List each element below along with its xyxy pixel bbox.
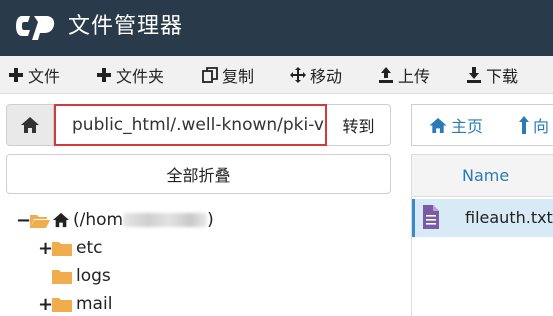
copy-icon [202,67,218,83]
app-title: 文件管理器 [68,14,184,39]
move-arrows-icon [290,67,306,83]
home-icon [429,117,447,133]
folder-icon [52,297,72,312]
tree-root-item[interactable]: − (/hom ) [16,206,214,234]
collapse-all-button[interactable]: 全部折叠 [6,154,391,194]
cpanel-logo-icon[interactable] [16,12,56,40]
move-button[interactable]: 移动 [290,56,342,94]
download-icon [467,67,481,83]
file-name: fileauth.txt [465,208,553,227]
expand-toggle-icon[interactable]: + [38,238,53,259]
tree-item-label: mail [76,294,113,314]
up-one-level-button[interactable]: 向 [518,105,549,145]
table-row[interactable]: fileauth.txt [412,199,553,237]
tree-root-label-suffix: ) [207,210,214,230]
tree-root-label-prefix: (/hom [73,210,124,230]
folder-icon [52,269,72,284]
go-button[interactable]: 转到 [327,104,391,146]
copy-button[interactable]: 复制 [202,56,254,94]
new-file-button[interactable]: 文件 [8,56,60,94]
expand-toggle-icon[interactable]: + [38,294,53,315]
directory-tree: − (/hom ) + etc logs + mail [0,200,400,316]
level-up-icon [519,116,529,134]
home-icon [21,117,39,133]
column-header-name[interactable]: Name [412,155,553,197]
download-button[interactable]: 下载 [466,56,518,94]
plus-icon [97,68,111,82]
file-toolbar: 文件 文件夹 复制 移动 上传 下载 [0,56,553,94]
path-input[interactable] [54,104,327,146]
upload-button[interactable]: 上传 [378,56,430,94]
file-list-table: Name fileauth.txt [411,154,553,316]
file-list-toolbar: 主页 向 [411,104,553,146]
tree-item-label: logs [76,266,111,286]
tree-item-label: etc [76,238,103,258]
redacted-username [123,213,208,227]
plus-icon [9,68,23,82]
folder-icon [52,241,72,256]
upload-icon [379,67,393,83]
tree-item-logs[interactable]: logs [52,262,111,290]
tree-item-etc[interactable]: + etc [38,234,102,262]
home-button[interactable] [6,104,54,146]
home-nav-button[interactable]: 主页 [428,105,483,145]
text-file-icon [423,205,439,229]
new-folder-button[interactable]: 文件夹 [96,56,164,94]
open-folder-icon [30,214,50,228]
tree-item-mail[interactable]: + mail [38,290,112,316]
collapse-toggle-icon[interactable]: − [16,210,31,231]
home-icon [53,212,69,228]
app-header: 文件管理器 [0,0,553,56]
